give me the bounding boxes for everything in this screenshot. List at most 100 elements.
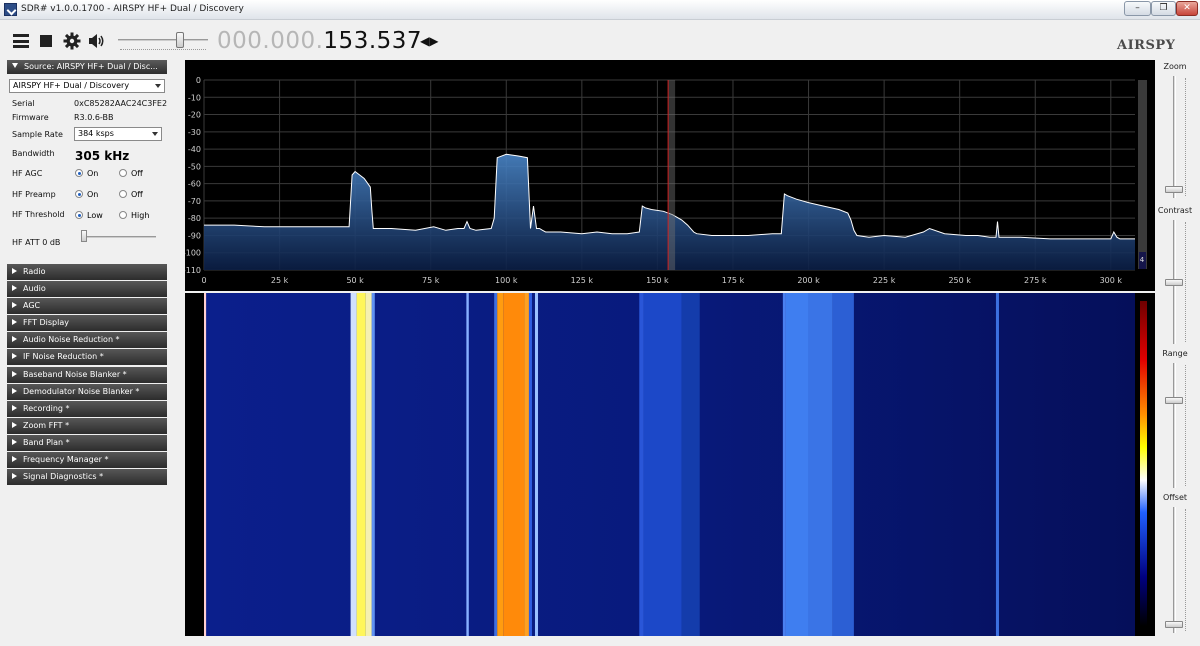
frequency-bright-digits[interactable]: 153.537 xyxy=(323,28,422,54)
hf-agc-off-label: Off xyxy=(131,169,143,178)
plugin-fft-display[interactable]: FFT Display xyxy=(7,315,167,332)
expand-icon xyxy=(12,285,17,292)
hf-preamp-on-radio[interactable]: On xyxy=(75,190,98,199)
x-tick-label: 250 k xyxy=(948,276,971,285)
y-tick-label: -60 xyxy=(188,180,201,189)
x-tick-label: 125 k xyxy=(571,276,594,285)
hf-preamp-off-radio[interactable]: Off xyxy=(119,190,143,199)
dropdown-arrow-icon xyxy=(155,84,161,88)
expand-icon xyxy=(12,353,17,360)
plugin-audio-noise-reduction[interactable]: Audio Noise Reduction * xyxy=(7,332,167,349)
maximize-button[interactable]: ❐ xyxy=(1151,1,1176,16)
plugin-label: Demodulator Noise Blanker * xyxy=(23,386,140,396)
hf-agc-off-radio[interactable]: Off xyxy=(119,169,143,178)
volume-slider-thumb[interactable] xyxy=(176,32,184,48)
y-tick-label: -70 xyxy=(188,197,201,206)
plugin-zoom-fft[interactable]: Zoom FFT * xyxy=(7,417,167,434)
plugin-frequency-manager[interactable]: Frequency Manager * xyxy=(7,452,167,469)
frequency-display[interactable]: 000.000.153.537 xyxy=(217,28,422,54)
device-select[interactable]: AIRSPY HF+ Dual / Discovery xyxy=(9,79,165,93)
radio-on-icon xyxy=(75,169,83,177)
hf-preamp-on-label: On xyxy=(87,190,99,199)
volume-slider-track[interactable] xyxy=(118,39,208,41)
waterfall-band xyxy=(350,293,357,636)
hf-agc-on-radio[interactable]: On xyxy=(75,169,98,178)
x-tick-label: 200 k xyxy=(797,276,820,285)
hf-threshold-low-radio[interactable]: Low xyxy=(75,211,103,220)
waterfall-band xyxy=(639,293,644,636)
plugin-baseband-noise-blanker[interactable]: Baseband Noise Blanker * xyxy=(7,366,167,383)
waterfall-band xyxy=(356,293,366,636)
waterfall-band xyxy=(681,293,700,636)
plugin-agc[interactable]: AGC xyxy=(7,298,167,315)
minimize-button[interactable]: – xyxy=(1124,1,1151,16)
hf-preamp-label: HF Preamp xyxy=(12,190,56,199)
plugin-band-plan[interactable]: Band Plan * xyxy=(7,434,167,451)
range-slider-track[interactable] xyxy=(1173,363,1176,488)
hf-agc-label: HF AGC xyxy=(12,169,43,178)
contrast-slider-thumb[interactable] xyxy=(1165,279,1183,286)
frequency-dim-digits[interactable]: 000.000. xyxy=(217,28,323,54)
stop-icon[interactable] xyxy=(40,35,52,47)
toolbar: 000.000.153.537 ◀▶ AIRSPY xyxy=(0,20,1200,60)
expand-icon xyxy=(12,319,17,326)
plugin-label: Baseband Noise Blanker * xyxy=(23,369,127,379)
tune-arrows-icon[interactable]: ◀▶ xyxy=(420,34,438,48)
source-header[interactable]: Source: AIRSPY HF+ Dual / Disc... xyxy=(7,60,167,74)
expand-icon xyxy=(12,404,17,411)
spectrum-plot[interactable]: 0-10-20-30-40-50-60-70-80-90-100-110025 … xyxy=(183,60,1155,291)
sample-rate-select[interactable]: 384 ksps xyxy=(74,127,162,141)
y-tick-label: -90 xyxy=(188,231,201,240)
spectrum-scroll-value: 4 xyxy=(1140,256,1145,264)
hf-threshold-high-radio[interactable]: High xyxy=(119,211,149,220)
plugin-if-noise-reduction[interactable]: IF Noise Reduction * xyxy=(7,349,167,366)
offset-slider-thumb[interactable] xyxy=(1165,621,1183,628)
plugin-label: Recording * xyxy=(23,403,70,413)
close-button[interactable]: ✕ xyxy=(1176,1,1198,16)
bandwidth-label: Bandwidth xyxy=(12,149,55,158)
expand-icon xyxy=(12,456,17,463)
x-tick-label: 275 k xyxy=(1024,276,1047,285)
speaker-icon[interactable] xyxy=(88,32,106,50)
waterfall-band xyxy=(995,293,999,636)
y-tick-label: -40 xyxy=(188,145,201,154)
expand-icon xyxy=(12,370,17,377)
plugin-audio[interactable]: Audio xyxy=(7,281,167,298)
volume-slider-ticks xyxy=(120,49,206,50)
display-controls-panel: Zoom Contrast Range Offset xyxy=(1158,60,1200,646)
expand-icon xyxy=(12,473,17,480)
waterfall-band xyxy=(494,293,498,636)
offset-slider-track[interactable] xyxy=(1173,507,1176,633)
y-tick-label: -20 xyxy=(188,111,201,120)
airspy-logo: AIRSPY xyxy=(1117,38,1176,53)
waterfall-band xyxy=(371,293,375,636)
hf-att-slider-thumb[interactable] xyxy=(81,230,87,242)
waterfall-plot[interactable] xyxy=(185,293,1155,636)
plugin-signal-diagnostics[interactable]: Signal Diagnostics * xyxy=(7,469,167,486)
plugin-recording[interactable]: Recording * xyxy=(7,400,167,417)
zoom-slider-thumb[interactable] xyxy=(1165,186,1183,193)
hf-att-label: HF ATT 0 dB xyxy=(12,238,61,247)
device-select-value: AIRSPY HF+ Dual / Discovery xyxy=(13,81,130,90)
waterfall-display[interactable] xyxy=(185,293,1155,636)
spectrum-scrollbar xyxy=(1138,80,1147,269)
plugin-radio[interactable]: Radio xyxy=(7,264,167,280)
zoom-slider-track[interactable] xyxy=(1173,76,1176,198)
waterfall-band xyxy=(832,293,854,636)
hf-threshold-high-label: High xyxy=(131,211,150,220)
y-tick-label: -100 xyxy=(185,249,201,258)
x-tick-label: 175 k xyxy=(722,276,745,285)
y-tick-label: -110 xyxy=(185,266,201,275)
menu-icon[interactable] xyxy=(12,32,30,50)
spectrum-analyzer[interactable]: 0-10-20-30-40-50-60-70-80-90-100-110025 … xyxy=(183,60,1155,291)
firmware-label: Firmware xyxy=(12,113,49,122)
range-slider-thumb[interactable] xyxy=(1165,397,1183,404)
firmware-value: R3.0.6-BB xyxy=(74,113,114,122)
gear-icon[interactable] xyxy=(63,32,81,50)
plugin-demodulator-noise-blanker[interactable]: Demodulator Noise Blanker * xyxy=(7,383,167,400)
source-panel: Source: AIRSPY HF+ Dual / Disc... AIRSPY… xyxy=(7,60,167,490)
x-tick-label: 50 k xyxy=(346,276,364,285)
radio-off-icon xyxy=(119,211,127,219)
hf-att-slider-track[interactable] xyxy=(82,236,156,238)
y-tick-label: -80 xyxy=(188,214,201,223)
